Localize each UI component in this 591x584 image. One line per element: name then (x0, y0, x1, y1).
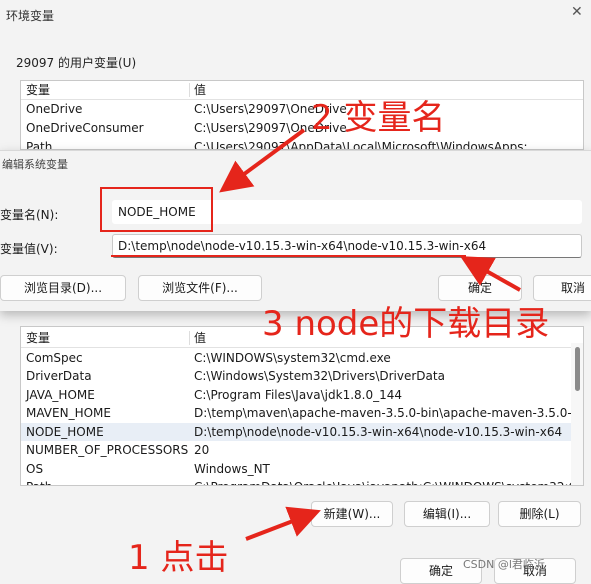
watermark: CSDN @l君临沂 (463, 558, 545, 571)
arrow-to-value-field (460, 256, 521, 292)
annotation-arrows (219, 128, 521, 541)
arrow-to-new-button (245, 506, 321, 541)
arrow-to-name-field (219, 128, 306, 193)
